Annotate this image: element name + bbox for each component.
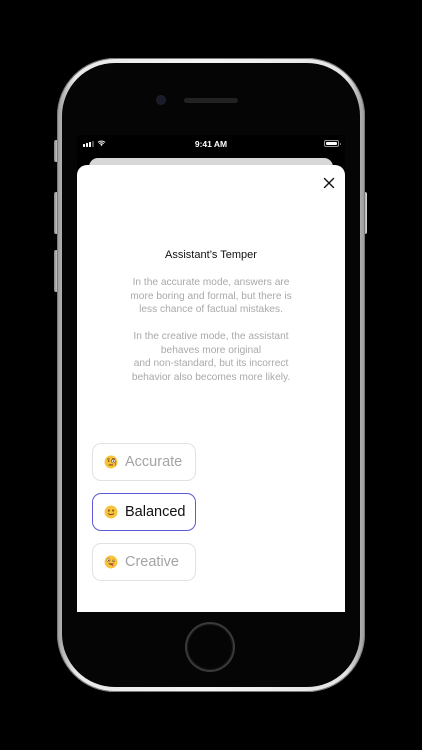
close-button[interactable] <box>321 175 337 191</box>
home-button[interactable] <box>187 624 233 670</box>
face-with-monocle-icon <box>104 455 118 469</box>
device-mockup: 9:41 AM Assistant’s Temper In the accura… <box>0 0 422 750</box>
option-label: Balanced <box>125 504 186 520</box>
option-balanced[interactable]: Balanced <box>92 493 196 531</box>
option-label: Accurate <box>125 454 183 470</box>
option-label: Creative <box>125 554 179 570</box>
front-camera <box>157 96 165 104</box>
temper-sheet: Assistant’s Temper In the accurate mode,… <box>77 165 345 612</box>
status-time: 9:41 AM <box>194 139 228 149</box>
status-bar: 9:41 AM <box>77 135 345 153</box>
option-creative[interactable]: Creative <box>92 543 196 581</box>
close-icon <box>323 177 335 189</box>
earpiece-speaker <box>184 98 238 103</box>
slightly-smiling-face-icon <box>104 505 118 519</box>
sheet-title: Assistant’s Temper <box>165 249 257 261</box>
creative-mode-description: In the creative mode, the assistant beha… <box>131 331 291 383</box>
battery-icon <box>324 140 341 147</box>
option-accurate[interactable]: Accurate <box>92 443 196 481</box>
zany-face-icon <box>104 555 118 569</box>
phone-screen: 9:41 AM Assistant’s Temper In the accura… <box>77 135 345 612</box>
accurate-mode-description: In the accurate mode, answers are more b… <box>130 277 292 316</box>
